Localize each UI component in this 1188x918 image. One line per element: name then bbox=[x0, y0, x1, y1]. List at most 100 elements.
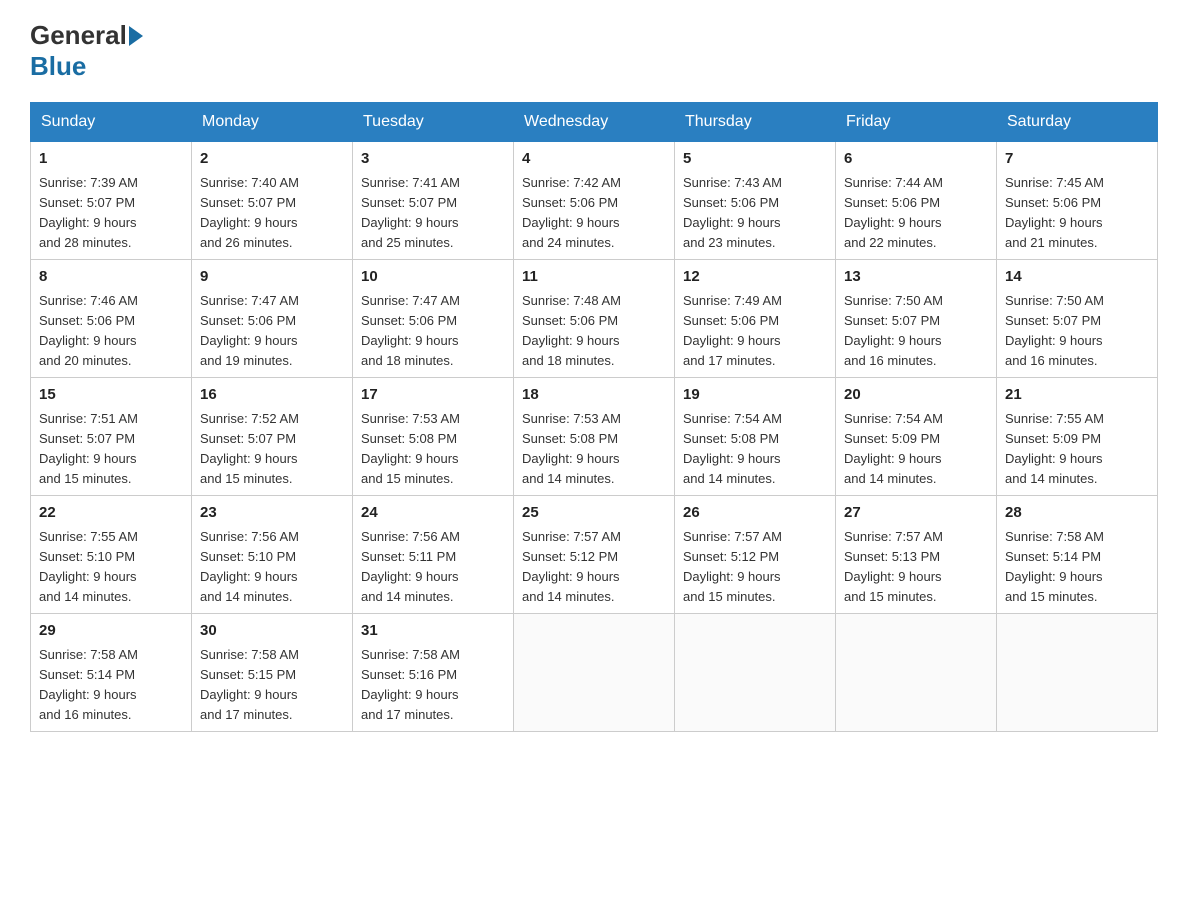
day-number: 16 bbox=[200, 384, 344, 407]
calendar-cell: 11 Sunrise: 7:48 AMSunset: 5:06 PMDaylig… bbox=[514, 260, 675, 378]
logo-general-text: General bbox=[30, 20, 127, 51]
day-info: Sunrise: 7:57 AMSunset: 5:12 PMDaylight:… bbox=[522, 529, 621, 604]
day-number: 23 bbox=[200, 502, 344, 525]
calendar-week-5: 29 Sunrise: 7:58 AMSunset: 5:14 PMDaylig… bbox=[31, 614, 1158, 732]
day-info: Sunrise: 7:40 AMSunset: 5:07 PMDaylight:… bbox=[200, 175, 299, 250]
calendar-week-3: 15 Sunrise: 7:51 AMSunset: 5:07 PMDaylig… bbox=[31, 378, 1158, 496]
day-number: 27 bbox=[844, 502, 988, 525]
day-number: 1 bbox=[39, 148, 183, 171]
calendar-cell: 31 Sunrise: 7:58 AMSunset: 5:16 PMDaylig… bbox=[353, 614, 514, 732]
day-info: Sunrise: 7:50 AMSunset: 5:07 PMDaylight:… bbox=[844, 293, 943, 368]
calendar-cell: 28 Sunrise: 7:58 AMSunset: 5:14 PMDaylig… bbox=[997, 496, 1158, 614]
day-number: 12 bbox=[683, 266, 827, 289]
day-number: 7 bbox=[1005, 148, 1149, 171]
calendar-cell: 13 Sunrise: 7:50 AMSunset: 5:07 PMDaylig… bbox=[836, 260, 997, 378]
day-info: Sunrise: 7:54 AMSunset: 5:09 PMDaylight:… bbox=[844, 411, 943, 486]
logo-arrow-icon bbox=[129, 26, 143, 46]
day-number: 17 bbox=[361, 384, 505, 407]
calendar-cell: 3 Sunrise: 7:41 AMSunset: 5:07 PMDayligh… bbox=[353, 142, 514, 260]
day-info: Sunrise: 7:52 AMSunset: 5:07 PMDaylight:… bbox=[200, 411, 299, 486]
calendar-cell bbox=[836, 614, 997, 732]
calendar-cell: 7 Sunrise: 7:45 AMSunset: 5:06 PMDayligh… bbox=[997, 142, 1158, 260]
calendar-week-1: 1 Sunrise: 7:39 AMSunset: 5:07 PMDayligh… bbox=[31, 142, 1158, 260]
day-number: 11 bbox=[522, 266, 666, 289]
calendar-cell: 22 Sunrise: 7:55 AMSunset: 5:10 PMDaylig… bbox=[31, 496, 192, 614]
day-info: Sunrise: 7:39 AMSunset: 5:07 PMDaylight:… bbox=[39, 175, 138, 250]
day-info: Sunrise: 7:54 AMSunset: 5:08 PMDaylight:… bbox=[683, 411, 782, 486]
day-info: Sunrise: 7:41 AMSunset: 5:07 PMDaylight:… bbox=[361, 175, 460, 250]
calendar-cell: 25 Sunrise: 7:57 AMSunset: 5:12 PMDaylig… bbox=[514, 496, 675, 614]
day-number: 4 bbox=[522, 148, 666, 171]
day-info: Sunrise: 7:55 AMSunset: 5:10 PMDaylight:… bbox=[39, 529, 138, 604]
day-info: Sunrise: 7:48 AMSunset: 5:06 PMDaylight:… bbox=[522, 293, 621, 368]
calendar-cell: 1 Sunrise: 7:39 AMSunset: 5:07 PMDayligh… bbox=[31, 142, 192, 260]
day-info: Sunrise: 7:57 AMSunset: 5:12 PMDaylight:… bbox=[683, 529, 782, 604]
day-number: 8 bbox=[39, 266, 183, 289]
day-number: 5 bbox=[683, 148, 827, 171]
day-number: 6 bbox=[844, 148, 988, 171]
calendar-cell: 26 Sunrise: 7:57 AMSunset: 5:12 PMDaylig… bbox=[675, 496, 836, 614]
day-info: Sunrise: 7:43 AMSunset: 5:06 PMDaylight:… bbox=[683, 175, 782, 250]
weekday-header-friday: Friday bbox=[836, 103, 997, 142]
day-info: Sunrise: 7:42 AMSunset: 5:06 PMDaylight:… bbox=[522, 175, 621, 250]
day-info: Sunrise: 7:53 AMSunset: 5:08 PMDaylight:… bbox=[522, 411, 621, 486]
day-info: Sunrise: 7:55 AMSunset: 5:09 PMDaylight:… bbox=[1005, 411, 1104, 486]
logo: General Blue bbox=[30, 20, 145, 82]
day-info: Sunrise: 7:50 AMSunset: 5:07 PMDaylight:… bbox=[1005, 293, 1104, 368]
calendar-cell: 9 Sunrise: 7:47 AMSunset: 5:06 PMDayligh… bbox=[192, 260, 353, 378]
day-info: Sunrise: 7:58 AMSunset: 5:14 PMDaylight:… bbox=[39, 647, 138, 722]
calendar-cell: 17 Sunrise: 7:53 AMSunset: 5:08 PMDaylig… bbox=[353, 378, 514, 496]
day-number: 19 bbox=[683, 384, 827, 407]
day-info: Sunrise: 7:56 AMSunset: 5:11 PMDaylight:… bbox=[361, 529, 460, 604]
weekday-header-thursday: Thursday bbox=[675, 103, 836, 142]
calendar-cell bbox=[675, 614, 836, 732]
calendar-cell: 24 Sunrise: 7:56 AMSunset: 5:11 PMDaylig… bbox=[353, 496, 514, 614]
calendar-cell: 21 Sunrise: 7:55 AMSunset: 5:09 PMDaylig… bbox=[997, 378, 1158, 496]
day-number: 30 bbox=[200, 620, 344, 643]
calendar-cell: 10 Sunrise: 7:47 AMSunset: 5:06 PMDaylig… bbox=[353, 260, 514, 378]
calendar-header-row: SundayMondayTuesdayWednesdayThursdayFrid… bbox=[31, 103, 1158, 142]
day-info: Sunrise: 7:53 AMSunset: 5:08 PMDaylight:… bbox=[361, 411, 460, 486]
calendar-cell bbox=[997, 614, 1158, 732]
calendar-cell: 19 Sunrise: 7:54 AMSunset: 5:08 PMDaylig… bbox=[675, 378, 836, 496]
day-info: Sunrise: 7:58 AMSunset: 5:14 PMDaylight:… bbox=[1005, 529, 1104, 604]
day-info: Sunrise: 7:58 AMSunset: 5:16 PMDaylight:… bbox=[361, 647, 460, 722]
day-number: 3 bbox=[361, 148, 505, 171]
day-number: 24 bbox=[361, 502, 505, 525]
day-number: 22 bbox=[39, 502, 183, 525]
calendar-cell bbox=[514, 614, 675, 732]
calendar-cell: 5 Sunrise: 7:43 AMSunset: 5:06 PMDayligh… bbox=[675, 142, 836, 260]
weekday-header-wednesday: Wednesday bbox=[514, 103, 675, 142]
day-number: 31 bbox=[361, 620, 505, 643]
weekday-header-monday: Monday bbox=[192, 103, 353, 142]
calendar-cell: 20 Sunrise: 7:54 AMSunset: 5:09 PMDaylig… bbox=[836, 378, 997, 496]
day-info: Sunrise: 7:47 AMSunset: 5:06 PMDaylight:… bbox=[200, 293, 299, 368]
day-number: 21 bbox=[1005, 384, 1149, 407]
day-number: 9 bbox=[200, 266, 344, 289]
day-info: Sunrise: 7:57 AMSunset: 5:13 PMDaylight:… bbox=[844, 529, 943, 604]
day-info: Sunrise: 7:51 AMSunset: 5:07 PMDaylight:… bbox=[39, 411, 138, 486]
day-info: Sunrise: 7:46 AMSunset: 5:06 PMDaylight:… bbox=[39, 293, 138, 368]
day-number: 25 bbox=[522, 502, 666, 525]
calendar-cell: 29 Sunrise: 7:58 AMSunset: 5:14 PMDaylig… bbox=[31, 614, 192, 732]
day-info: Sunrise: 7:58 AMSunset: 5:15 PMDaylight:… bbox=[200, 647, 299, 722]
calendar-cell: 14 Sunrise: 7:50 AMSunset: 5:07 PMDaylig… bbox=[997, 260, 1158, 378]
day-number: 10 bbox=[361, 266, 505, 289]
weekday-header-sunday: Sunday bbox=[31, 103, 192, 142]
day-info: Sunrise: 7:56 AMSunset: 5:10 PMDaylight:… bbox=[200, 529, 299, 604]
day-number: 18 bbox=[522, 384, 666, 407]
calendar-cell: 18 Sunrise: 7:53 AMSunset: 5:08 PMDaylig… bbox=[514, 378, 675, 496]
calendar-cell: 16 Sunrise: 7:52 AMSunset: 5:07 PMDaylig… bbox=[192, 378, 353, 496]
calendar-table: SundayMondayTuesdayWednesdayThursdayFrid… bbox=[30, 102, 1158, 732]
calendar-cell: 12 Sunrise: 7:49 AMSunset: 5:06 PMDaylig… bbox=[675, 260, 836, 378]
day-number: 13 bbox=[844, 266, 988, 289]
day-info: Sunrise: 7:44 AMSunset: 5:06 PMDaylight:… bbox=[844, 175, 943, 250]
day-number: 20 bbox=[844, 384, 988, 407]
calendar-cell: 27 Sunrise: 7:57 AMSunset: 5:13 PMDaylig… bbox=[836, 496, 997, 614]
day-number: 28 bbox=[1005, 502, 1149, 525]
day-number: 2 bbox=[200, 148, 344, 171]
day-number: 29 bbox=[39, 620, 183, 643]
calendar-week-2: 8 Sunrise: 7:46 AMSunset: 5:06 PMDayligh… bbox=[31, 260, 1158, 378]
day-info: Sunrise: 7:49 AMSunset: 5:06 PMDaylight:… bbox=[683, 293, 782, 368]
day-number: 26 bbox=[683, 502, 827, 525]
